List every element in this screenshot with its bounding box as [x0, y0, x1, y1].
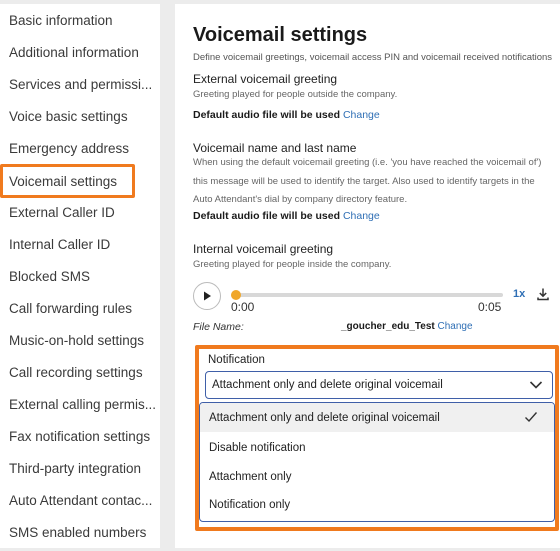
- page-title: Voicemail settings: [193, 24, 368, 46]
- sidebar-item-sms-enabled-numbers[interactable]: SMS enabled numbers: [0, 516, 160, 548]
- sidebar-item-label: Services and permissi...: [9, 76, 153, 92]
- sidebar-item-services-permissions[interactable]: Services and permissi...: [0, 68, 160, 100]
- sidebar-item-label: External calling permis...: [9, 396, 157, 412]
- sidebar-item-emergency-address[interactable]: Emergency address: [0, 132, 160, 164]
- sidebar-item-call-recording-settings[interactable]: Call recording settings: [0, 356, 160, 388]
- sidebar-item-music-on-hold-settings[interactable]: Music-on-hold settings: [0, 324, 160, 356]
- notification-section: Notification Attachment only and delete …: [195, 345, 559, 531]
- sidebar-item-label: Voicemail settings: [9, 173, 118, 189]
- notification-option[interactable]: Attachment only and delete original voic…: [200, 403, 554, 432]
- sidebar-item-additional-information[interactable]: Additional information: [0, 36, 160, 68]
- play-icon: [204, 291, 211, 301]
- external-greeting-title: External voicemail greeting: [193, 72, 338, 86]
- notification-option[interactable]: Attachment only: [200, 463, 554, 491]
- file-name-label: File Name:: [193, 321, 244, 333]
- sidebar-item-internal-caller-id[interactable]: Internal Caller ID: [0, 228, 160, 260]
- notification-dropdown-menu: Attachment only and delete original voic…: [199, 402, 555, 522]
- internal-greeting-description: Greeting played for people inside the co…: [193, 259, 392, 270]
- sidebar-item-basic-information[interactable]: Basic information: [0, 4, 160, 36]
- sidebar-item-label: Basic information: [9, 12, 113, 28]
- notification-option-label: Attachment only and delete original voic…: [209, 411, 440, 424]
- sidebar-item-third-party-integration[interactable]: Third-party integration: [0, 452, 160, 484]
- audio-current-time: 0:00: [231, 300, 255, 314]
- sidebar-item-external-caller-id[interactable]: External Caller ID: [0, 196, 160, 228]
- page-subtitle: Define voicemail greetings, voicemail ac…: [193, 52, 553, 63]
- audio-progress-slider[interactable]: [231, 290, 503, 300]
- sidebar-item-label: Emergency address: [9, 140, 130, 156]
- sidebar-item-call-forwarding-rules[interactable]: Call forwarding rules: [0, 292, 160, 324]
- notification-option-label: Notification only: [209, 499, 291, 511]
- sidebar-item-fax-notification-settings[interactable]: Fax notification settings: [0, 420, 160, 452]
- chevron-down-icon: [529, 381, 543, 389]
- sidebar-item-label: Call recording settings: [9, 364, 143, 380]
- name-greeting-description: When using the default voicemail greetin…: [193, 157, 542, 205]
- sidebar-item-label: Additional information: [9, 44, 139, 60]
- sidebar-item-voice-basic-settings[interactable]: Voice basic settings: [0, 100, 160, 132]
- play-button[interactable]: [193, 282, 221, 310]
- sidebar-item-label: Voice basic settings: [9, 108, 128, 124]
- notification-selected-value: Attachment only and delete original voic…: [212, 379, 443, 391]
- notification-label: Notification: [208, 354, 265, 366]
- name-greeting-status: Default audio file will be used Change: [193, 210, 380, 222]
- sidebar-item-label: Call forwarding rules: [9, 300, 133, 316]
- external-greeting-description: Greeting played for people outside the c…: [193, 89, 398, 100]
- name-greeting-change-link[interactable]: Change: [343, 210, 380, 222]
- sidebar-item-label: Internal Caller ID: [9, 236, 111, 252]
- sidebar-item-auto-attendant-contacts[interactable]: Auto Attendant contac...: [0, 484, 160, 516]
- sidebar-item-label: Blocked SMS: [9, 268, 91, 284]
- notification-option[interactable]: Notification only: [200, 491, 554, 519]
- settings-sidebar: Basic information Additional information…: [0, 4, 160, 548]
- audio-total-time: 0:05: [478, 300, 502, 314]
- sidebar-item-label: Third-party integration: [9, 460, 142, 476]
- internal-greeting-title: Internal voicemail greeting: [193, 242, 334, 256]
- external-greeting-status: Default audio file will be used Change: [193, 109, 380, 121]
- sidebar-item-label: Auto Attendant contac...: [9, 492, 153, 508]
- check-icon: [525, 412, 538, 423]
- download-icon[interactable]: [536, 287, 550, 306]
- name-greeting-title: Voicemail name and last name: [193, 141, 357, 155]
- external-greeting-change-link[interactable]: Change: [343, 109, 380, 121]
- file-name-text: _goucher_edu_Test: [341, 321, 435, 332]
- notification-option-label: Disable notification: [209, 442, 306, 454]
- notification-option[interactable]: Disable notification: [200, 434, 554, 462]
- playback-speed-button[interactable]: 1x: [513, 288, 525, 300]
- external-greeting-status-text: Default audio file will be used: [193, 109, 341, 121]
- sidebar-item-label: External Caller ID: [9, 204, 115, 220]
- audio-progress-thumb[interactable]: [231, 290, 241, 300]
- file-change-link[interactable]: Change: [438, 321, 473, 332]
- sidebar-item-label: Fax notification settings: [9, 428, 151, 444]
- notification-option-label: Attachment only: [209, 471, 292, 483]
- sidebar-item-external-calling-permissions[interactable]: External calling permis...: [0, 388, 160, 420]
- file-name-value: _goucher_edu_Test Change: [341, 321, 473, 332]
- name-greeting-status-text: Default audio file will be used: [193, 210, 341, 222]
- sidebar-item-label: SMS enabled numbers: [9, 524, 147, 540]
- sidebar-item-blocked-sms[interactable]: Blocked SMS: [0, 260, 160, 292]
- sidebar-item-voicemail-settings[interactable]: Voicemail settings: [0, 164, 135, 198]
- notification-select[interactable]: Attachment only and delete original voic…: [205, 371, 553, 399]
- sidebar-item-label: Music-on-hold settings: [9, 332, 145, 348]
